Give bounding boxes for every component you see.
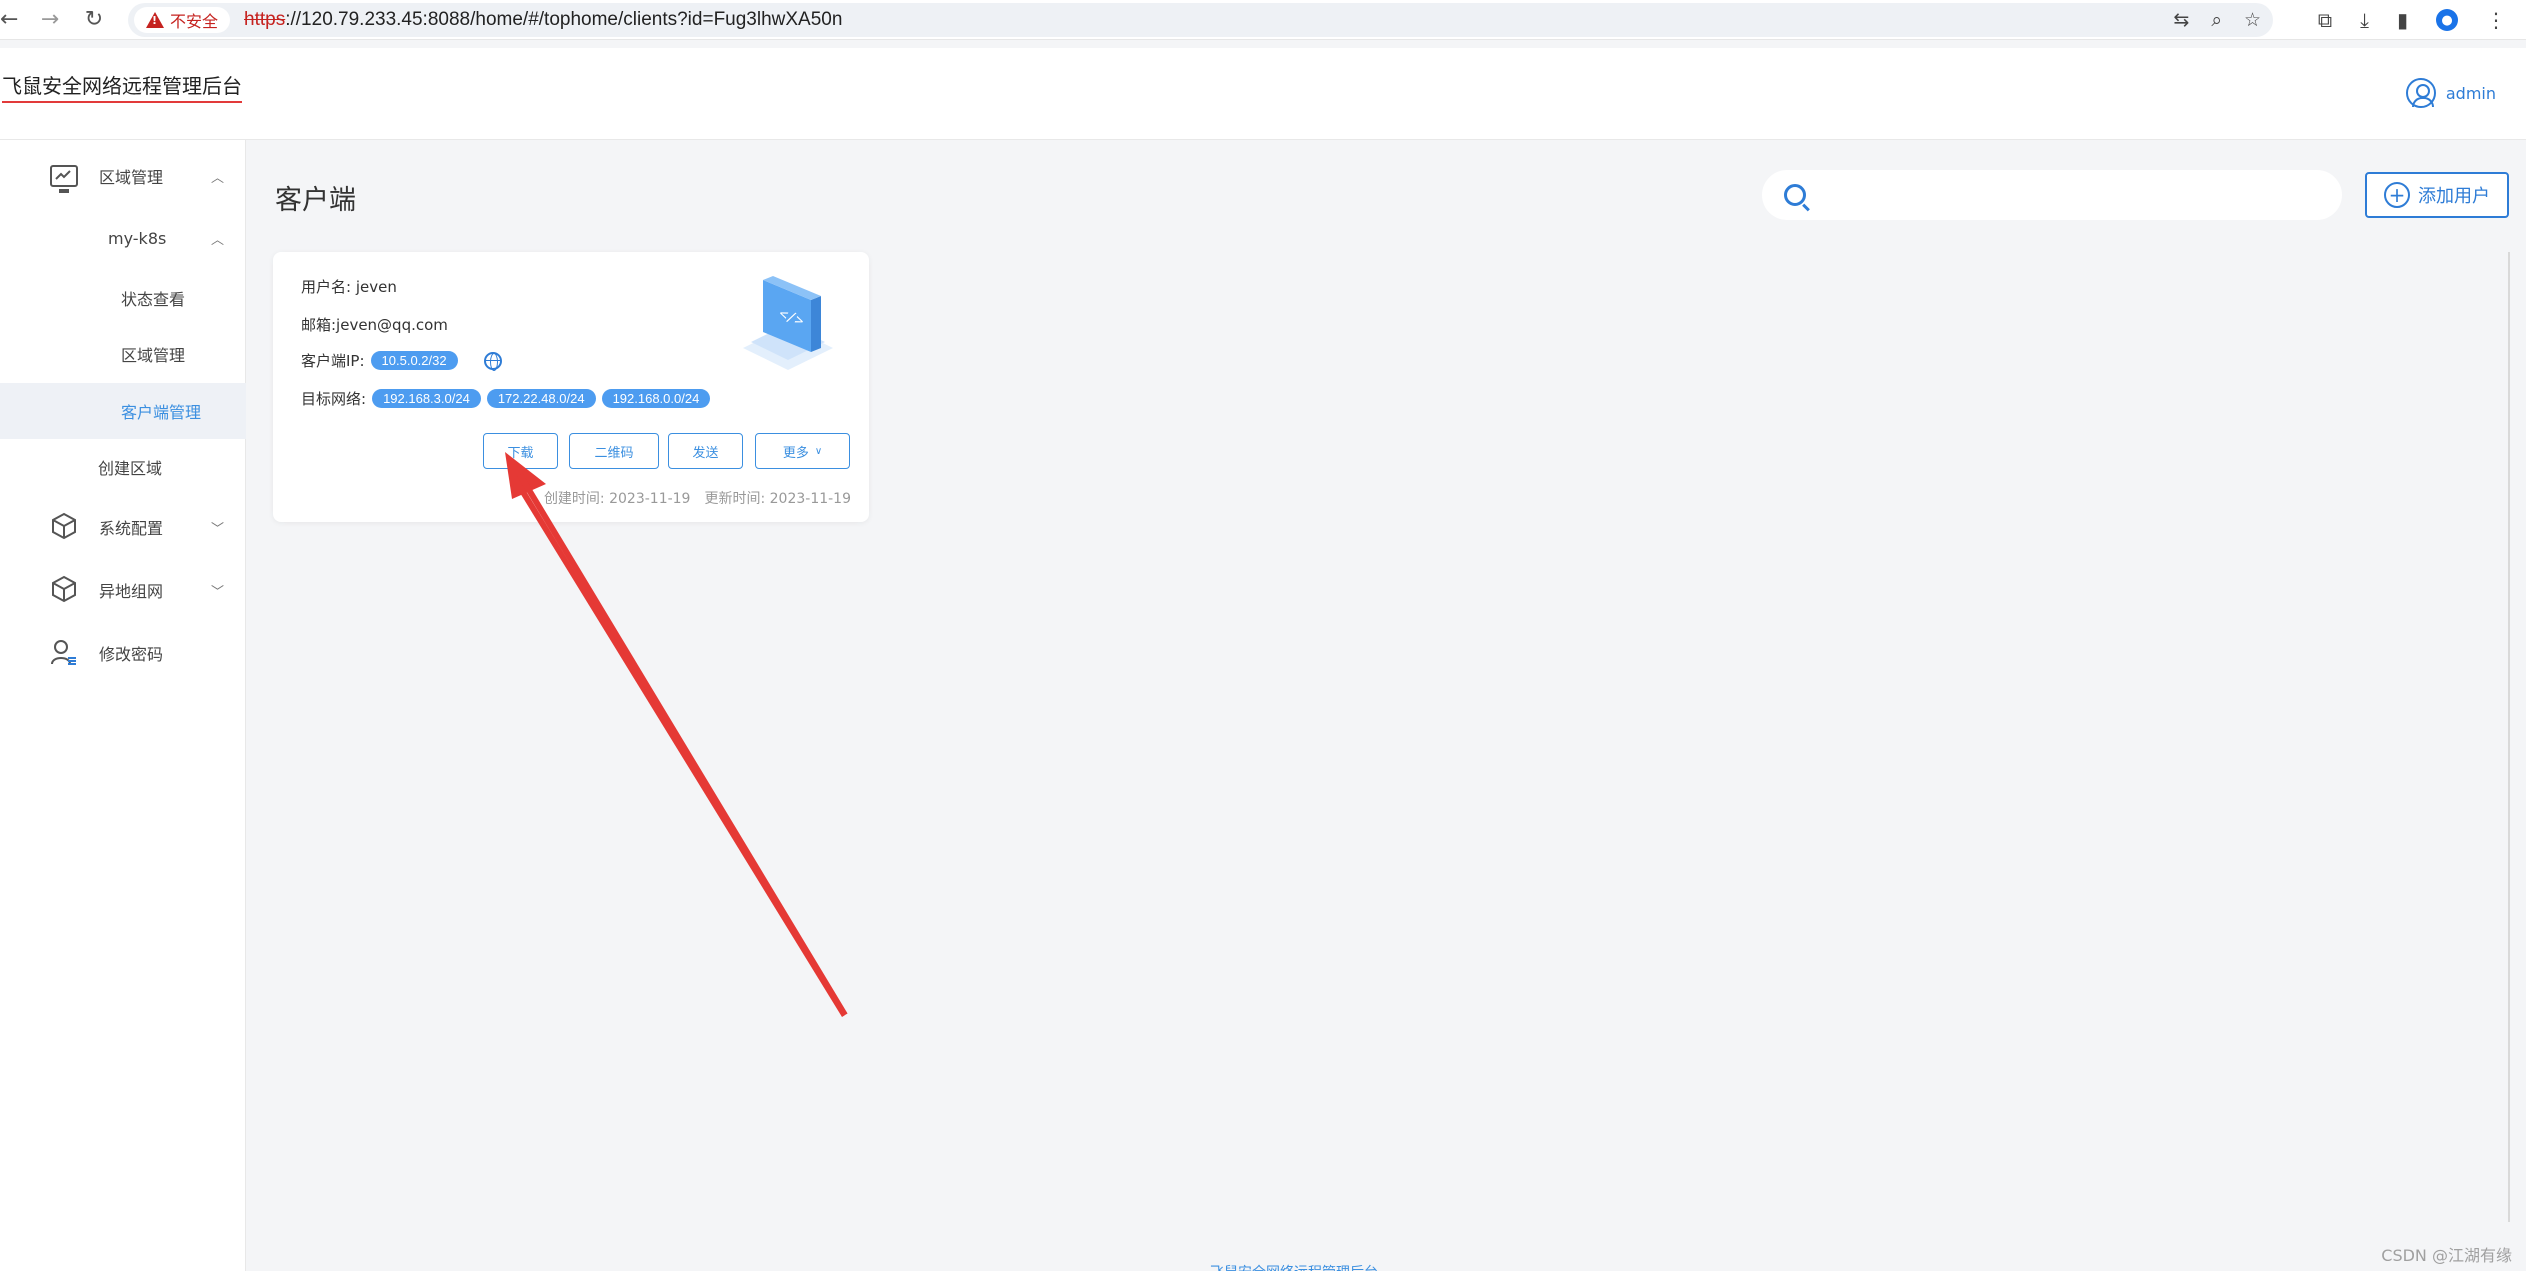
back-icon[interactable]: ← bbox=[0, 0, 18, 40]
updated-time: 更新时间: 2023-11-19 bbox=[704, 491, 851, 507]
zoom-icon[interactable]: ⌕ bbox=[2211, 9, 2222, 31]
card-email: 邮箱:jeven@qq.com bbox=[301, 314, 448, 335]
download-button[interactable]: 下载 bbox=[483, 433, 558, 469]
chevron-down-icon: ∨ bbox=[814, 445, 823, 457]
sidebar-item-label: 创建区域 bbox=[98, 459, 163, 478]
sidebar-item-label: 系统配置 bbox=[99, 519, 164, 538]
sidebar: 区域管理 ︿ my-k8s ︿ 状态查看 区域管理 客户端管理 创建区域 系统配… bbox=[0, 140, 246, 1271]
footer-text: 飞鼠安全网络远程管理后台 bbox=[1210, 1262, 1378, 1271]
sidebar-item-create-region[interactable]: 创建区域 bbox=[0, 439, 246, 495]
target-network-label: 目标网络: bbox=[301, 390, 367, 408]
sidebar-item-label: 状态查看 bbox=[121, 290, 186, 309]
watermark: CSDN @江湖有缘 bbox=[2381, 1246, 2512, 1265]
network-tag: 172.22.48.0/24 bbox=[486, 389, 596, 408]
url-text[interactable]: https://120.79.233.45:8088/home/#/tophom… bbox=[244, 9, 842, 31]
add-user-label: 添加用户 bbox=[2418, 186, 2490, 207]
sidebar-item-system-config[interactable]: 系统配置 ﹀ bbox=[0, 499, 246, 555]
email-text: 邮箱:jeven@qq.com bbox=[301, 316, 448, 334]
chevron-down-icon: ﹀ bbox=[210, 584, 224, 600]
card-client-ip: 客户端IP: 10.5.0.2/32 bbox=[301, 350, 502, 371]
menu-kebab-icon[interactable]: ⋮ bbox=[2486, 8, 2506, 32]
brand-title: 飞鼠安全网络远程管理后台 bbox=[2, 70, 242, 103]
download-icon[interactable]: ⤓ bbox=[2360, 8, 2369, 32]
url-path: ://120.79.233.45:8088/home/#/tophome/cli… bbox=[285, 9, 843, 30]
add-user-button[interactable]: + 添加用户 bbox=[2365, 172, 2509, 218]
reload-icon[interactable]: ↻ bbox=[74, 0, 114, 40]
client-illustration: </> bbox=[743, 276, 833, 370]
sidebar-item-region-management[interactable]: 区域管理 ︿ bbox=[0, 148, 246, 204]
qrcode-button[interactable]: 二维码 bbox=[569, 433, 659, 469]
sidebar-item-label: my-k8s bbox=[108, 228, 167, 248]
sidebar-item-remote-network[interactable]: 异地组网 ﹀ bbox=[0, 562, 246, 618]
monitor-icon bbox=[50, 165, 78, 193]
chevron-up-icon: ︿ bbox=[210, 170, 224, 186]
security-chip[interactable]: 不安全 bbox=[134, 7, 231, 33]
more-label: 更多 bbox=[782, 445, 809, 461]
profile-icon[interactable]: ● bbox=[2436, 9, 2458, 31]
globe-icon[interactable] bbox=[483, 351, 502, 371]
warning-icon bbox=[146, 12, 164, 28]
bookmark-star-icon[interactable]: ☆ bbox=[2244, 9, 2261, 31]
search-box[interactable] bbox=[1762, 170, 2342, 220]
client-card: 用户名: jeven 邮箱:jeven@qq.com 客户端IP: 10.5.0… bbox=[273, 252, 869, 522]
translate-icon[interactable]: ⇆ bbox=[2173, 9, 2189, 31]
more-button[interactable]: 更多 ∨ bbox=[755, 433, 850, 469]
card-username: 用户名: jeven bbox=[301, 276, 397, 297]
chevron-down-icon: ﹀ bbox=[210, 521, 224, 537]
scrollbar[interactable] bbox=[2508, 252, 2510, 1222]
browser-toolbar: ← → ↻ 不安全 https://120.79.233.45:8088/hom… bbox=[0, 0, 2526, 40]
search-input[interactable] bbox=[1820, 185, 2320, 205]
sidebar-item-label: 修改密码 bbox=[99, 645, 164, 664]
sidebar-item-client-management[interactable]: 客户端管理 bbox=[0, 383, 246, 439]
app-header: 飞鼠安全网络远程管理后台 admin bbox=[0, 48, 2526, 140]
security-label: 不安全 bbox=[170, 12, 219, 31]
address-bar[interactable]: 不安全 https://120.79.233.45:8088/home/#/to… bbox=[128, 3, 2273, 37]
cube-icon bbox=[50, 512, 80, 542]
sidebar-item-label: 客户端管理 bbox=[121, 403, 202, 422]
chevron-up-icon: ︿ bbox=[210, 232, 224, 248]
created-time: 创建时间: 2023-11-19 bbox=[543, 491, 691, 507]
cube-icon bbox=[50, 575, 80, 605]
extensions-icon[interactable]: ⧉ bbox=[2318, 8, 2332, 32]
username: admin bbox=[2445, 83, 2496, 103]
sidebar-item-label: 区域管理 bbox=[99, 168, 164, 187]
sidebar-item-status[interactable]: 状态查看 bbox=[0, 270, 246, 326]
forward-icon[interactable]: → bbox=[30, 0, 70, 40]
send-button[interactable]: 发送 bbox=[668, 433, 743, 469]
client-ip-tag: 10.5.0.2/32 bbox=[370, 351, 458, 370]
network-tag: 192.168.3.0/24 bbox=[372, 389, 481, 408]
search-icon bbox=[1784, 184, 1806, 206]
user-avatar-icon bbox=[2405, 78, 2436, 108]
sidebar-item-change-password[interactable]: 修改密码 bbox=[0, 625, 246, 681]
client-ip-label: 客户端IP: bbox=[301, 352, 365, 370]
sidebar-item-my-k8s[interactable]: my-k8s ︿ bbox=[0, 210, 246, 266]
side-panel-icon[interactable]: ▮ bbox=[2397, 8, 2408, 32]
card-timestamps: 创建时间: 2023-11-19 更新时间: 2023-11-19 bbox=[544, 488, 851, 508]
sidebar-item-label: 异地组网 bbox=[99, 582, 164, 601]
url-scheme: https bbox=[244, 9, 286, 30]
user-key-icon bbox=[50, 638, 80, 668]
card-target-network: 目标网络: 192.168.3.0/24 172.22.48.0/24 192.… bbox=[301, 388, 711, 409]
sidebar-item-area-management[interactable]: 区域管理 bbox=[0, 326, 246, 382]
page-title: 客户端 bbox=[275, 185, 356, 216]
sidebar-item-label: 区域管理 bbox=[121, 346, 186, 365]
network-tag: 192.168.0.0/24 bbox=[601, 389, 711, 408]
username-text: 用户名: jeven bbox=[301, 278, 397, 296]
plus-circle-icon: + bbox=[2384, 182, 2410, 208]
user-menu[interactable]: admin bbox=[2405, 78, 2496, 108]
